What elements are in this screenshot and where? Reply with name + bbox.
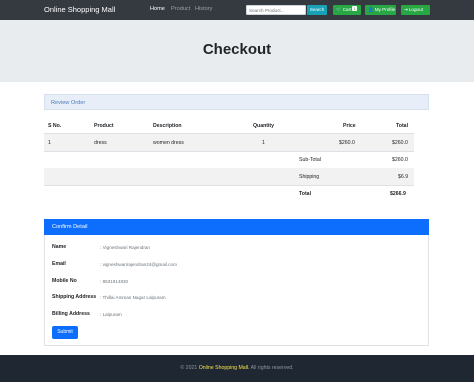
mobile-value: : 8531914830 [100, 279, 128, 284]
email-text: vigneshwarirajendran24@gmail.com [102, 262, 177, 267]
row-product: dress [94, 140, 107, 146]
confirm-detail-heading: Confirm Detail [44, 219, 429, 235]
table-divider [44, 185, 414, 186]
column-header-description: Description [153, 123, 182, 129]
brand-link[interactable]: Online Shopping Mall [44, 5, 115, 14]
top-navbar: Online Shopping Mall Home Product Histor… [0, 0, 474, 20]
shipping-value: $6.9 [398, 174, 409, 180]
shipping-row [44, 168, 414, 185]
logout-label: Logout [408, 7, 423, 12]
total-label: Total [299, 191, 312, 197]
row-description: women dress [153, 140, 184, 146]
submit-button[interactable]: Submit [52, 326, 78, 339]
page-header-banner: Checkout [0, 20, 474, 82]
footer-brand-link[interactable]: Online Shopping Mall. [199, 365, 250, 371]
email-label: Email [52, 261, 66, 267]
my-profile-label: My Profile [374, 7, 396, 12]
row-quantity: 1 [262, 140, 265, 146]
billing-address-value: : Lalpuram [100, 312, 122, 317]
column-header-price: Price [343, 123, 356, 129]
page-title: Checkout [202, 41, 272, 58]
table-divider [44, 151, 414, 152]
total-value: $266.9 [390, 191, 406, 197]
search-button[interactable]: Search [307, 5, 327, 15]
cart-button[interactable]: 🛒Cart 1 [333, 5, 361, 15]
row-total: $260.0 [392, 140, 408, 146]
subtotal-label: Sub-Total [299, 157, 321, 163]
cart-icon: 🛒 [336, 7, 342, 12]
column-header-quantity: Quantity [253, 123, 275, 129]
name-label: Name [52, 244, 67, 250]
nav-history-link[interactable]: History [195, 6, 212, 12]
row-price: $260.0 [339, 140, 355, 146]
column-header-product: Product [94, 123, 114, 129]
cart-count-badge: 1 [352, 6, 357, 11]
billing-address-label: Billing Address [52, 311, 90, 317]
mobile-label: Mobile No [52, 278, 77, 284]
rights-text: All rights reserved. [250, 365, 294, 371]
separator: : [100, 262, 102, 267]
separator: : [100, 245, 102, 250]
search-input[interactable] [246, 5, 306, 15]
shipping-address-text: Thillai Amman Nagar Lalpuram [102, 295, 166, 300]
nav-product-link[interactable]: Product [171, 6, 190, 12]
column-header-total: Total [396, 123, 409, 129]
row-sno: 1 [48, 140, 51, 146]
copyright-text: © 2021 [180, 365, 198, 371]
shipping-address-label: Shipping Address [52, 294, 97, 300]
nav-home-link[interactable]: Home [150, 6, 165, 12]
billing-address-text: Lalpuram [102, 312, 122, 317]
cart-label: Cart [342, 7, 352, 12]
name-value: : Vigneshwari Rajendran [100, 245, 150, 250]
shipping-address-value: : Thillai Amman Nagar Lalpuram [100, 295, 166, 300]
column-header-sno: S No. [48, 123, 62, 129]
review-order-heading: Review Order [44, 94, 429, 110]
mobile-text: 8531914830 [102, 279, 129, 284]
my-profile-button[interactable]: 👤My Profile [365, 5, 396, 15]
user-icon: 👤 [368, 7, 374, 12]
logout-icon: ⇥ [404, 7, 408, 12]
separator: : [100, 279, 102, 284]
email-value: : vigneshwarirajendran24@gmail.com [100, 262, 177, 267]
name-text: Vigneshwari Rajendran [102, 245, 150, 250]
page-footer: © 2021 Online Shopping Mall. All rights … [0, 355, 474, 382]
subtotal-value: $260.0 [392, 157, 408, 163]
separator: : [100, 312, 102, 317]
logout-button[interactable]: ⇥Logout [401, 5, 430, 15]
shipping-label: Shipping [299, 174, 320, 180]
